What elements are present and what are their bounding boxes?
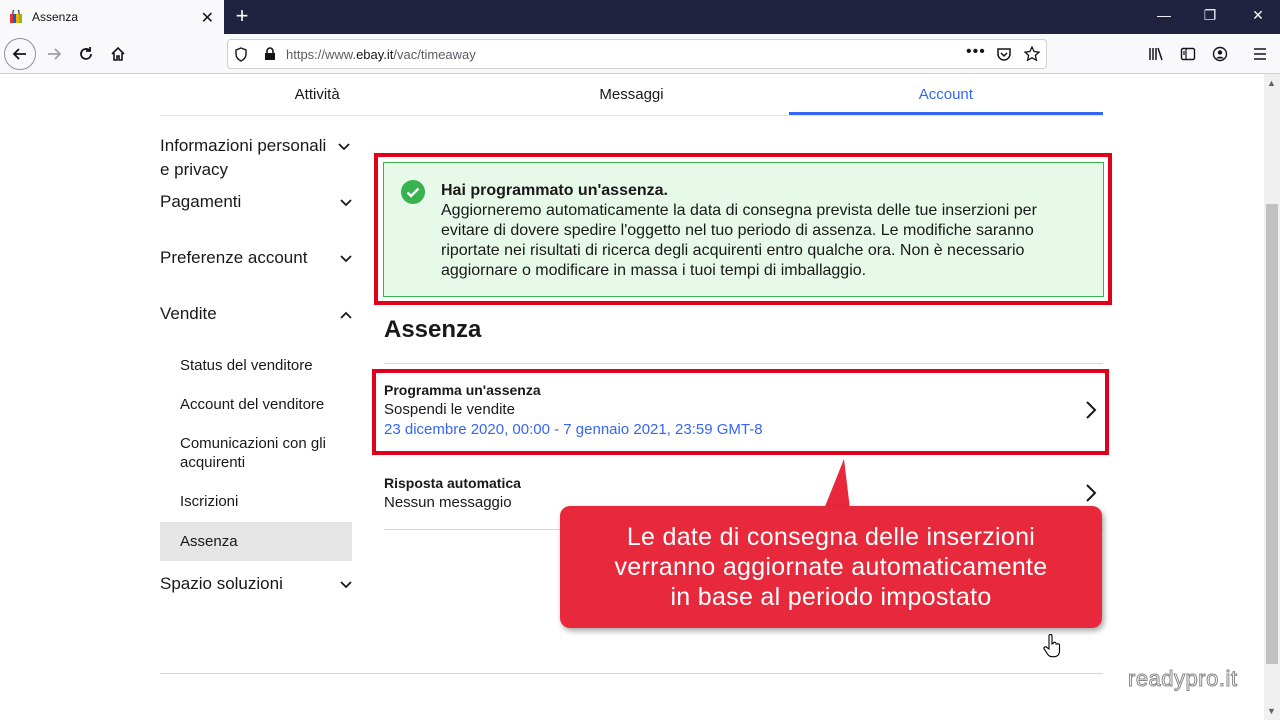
back-button[interactable] — [4, 38, 36, 70]
menu-icon[interactable] — [1252, 46, 1268, 62]
arrow-left-icon — [12, 48, 26, 60]
url-text[interactable]: https://www.ebay.it/vac/timeaway — [286, 47, 476, 62]
sidebar-item-label: Pagamenti — [160, 192, 242, 211]
callout-text: Le date di consegna delle inserzioni ver… — [615, 522, 1048, 612]
sidebar-subitem-label: Account del venditore — [180, 396, 325, 413]
row-title: Risposta automatica — [384, 475, 521, 491]
sidebar-item-sales[interactable]: Vendite — [160, 302, 352, 326]
row-highlight-frame — [372, 369, 1109, 455]
chevron-down-icon — [340, 199, 352, 207]
scroll-up-icon[interactable]: ▲ — [1267, 78, 1276, 88]
page-content: Attività Messaggi Account Informazioni p… — [0, 74, 1264, 720]
bookmark-star-icon[interactable] — [1024, 46, 1040, 62]
sidebar-item-label: Spazio soluzioni — [160, 574, 283, 593]
callout-bubble: Le date di consegna delle inserzioni ver… — [560, 506, 1102, 628]
chevron-down-icon[interactable] — [338, 143, 350, 151]
account-tabs: Attività Messaggi Account — [160, 74, 1103, 116]
shield-icon[interactable] — [234, 47, 248, 62]
browser-titlebar: Assenza ✕ + — ❐ ✕ — [0, 0, 1280, 34]
page-title: Assenza — [384, 316, 482, 343]
sidebar-item-label: Informazioni personali e privacy — [160, 136, 327, 179]
reload-icon — [80, 47, 92, 60]
scroll-thumb[interactable] — [1266, 204, 1278, 664]
window-close-icon[interactable]: ✕ — [1248, 7, 1268, 24]
chevron-up-icon — [340, 311, 352, 319]
minimize-icon[interactable]: — — [1154, 7, 1174, 23]
browser-tab[interactable]: Assenza ✕ — [0, 0, 224, 34]
tab-account[interactable]: Account — [788, 74, 1103, 115]
reload-button[interactable] — [72, 40, 100, 68]
sidebar-item-account-preferences[interactable]: Preferenze account — [160, 246, 352, 270]
browser-navbar: https://www.ebay.it/vac/timeaway ••• — [0, 34, 1280, 74]
callout-line: Le date di consegna delle inserzioni — [626, 523, 1036, 551]
home-button[interactable] — [104, 40, 132, 68]
account-icon[interactable] — [1212, 46, 1228, 62]
sidebar-toggle-icon[interactable] — [1180, 46, 1196, 62]
scroll-down-icon[interactable]: ▼ — [1267, 706, 1276, 716]
callout-pointer — [824, 459, 850, 509]
watermark: readypro.it — [1127, 666, 1238, 692]
tab-attivita[interactable]: Attività — [160, 74, 474, 115]
sidebar-item-solutions[interactable]: Spazio soluzioni — [160, 572, 352, 596]
forward-button[interactable] — [40, 40, 68, 68]
page-actions-icon[interactable]: ••• — [966, 43, 986, 61]
lock-icon[interactable] — [264, 47, 276, 61]
tab-messaggi[interactable]: Messaggi — [474, 74, 788, 115]
vertical-scrollbar[interactable]: ▲ ▼ — [1264, 74, 1280, 720]
sidebar-subitem-seller-account[interactable]: Account del venditore — [160, 395, 352, 414]
sidebar-item-label: Vendite — [160, 304, 217, 323]
check-circle-icon — [401, 180, 425, 204]
sidebar-subitem-subscriptions[interactable]: Iscrizioni — [160, 492, 352, 511]
callout-line: verranno aggiornate automaticamente — [614, 553, 1048, 581]
new-tab-button[interactable]: + — [230, 3, 254, 29]
url-bar[interactable]: https://www.ebay.it/vac/timeaway ••• — [227, 39, 1047, 69]
chevron-down-icon — [340, 255, 352, 263]
sidebar-subitem-buyer-communications[interactable]: Comunicazioni con gli acquirenti — [160, 434, 352, 472]
sidebar-item-payments[interactable]: Pagamenti — [160, 190, 352, 214]
callout-line: in base al periodo impostato — [670, 583, 992, 611]
sidebar-subitem-label: Assenza — [180, 533, 238, 550]
sidebar-subitem-seller-status[interactable]: Status del venditore — [160, 356, 352, 375]
arrow-right-icon — [48, 48, 62, 60]
sidebar-subitem-time-away[interactable]: Assenza — [160, 522, 352, 561]
restore-icon[interactable]: ❐ — [1200, 7, 1220, 24]
sidebar-subitem-label: Comunicazioni con gli acquirenti — [180, 435, 326, 471]
tab-title: Assenza — [32, 10, 79, 24]
sidebar-item-label: Preferenze account — [160, 248, 308, 267]
sidebar-subitem-label: Status del venditore — [180, 357, 313, 374]
chevron-down-icon — [340, 581, 352, 589]
alert-body: Aggiorneremo automaticamente la data di … — [441, 202, 1037, 279]
pocket-icon[interactable] — [996, 46, 1012, 62]
hand-cursor-icon — [1043, 634, 1061, 658]
chevron-right-icon — [1086, 484, 1097, 502]
alert-title: Hai programmato un'assenza. — [441, 182, 668, 199]
sidebar-subitem-label: Iscrizioni — [180, 493, 239, 510]
library-icon[interactable] — [1148, 46, 1164, 62]
close-tab-icon[interactable]: ✕ — [201, 8, 214, 28]
divider — [384, 363, 1103, 364]
footer-divider — [160, 673, 1103, 674]
success-alert: Hai programmato un'assenza. Aggiorneremo… — [383, 162, 1104, 297]
home-icon — [111, 46, 125, 61]
sidebar-item-personal-info[interactable]: Informazioni personali e privacy — [160, 134, 330, 182]
ebay-bag-icon — [9, 10, 23, 24]
